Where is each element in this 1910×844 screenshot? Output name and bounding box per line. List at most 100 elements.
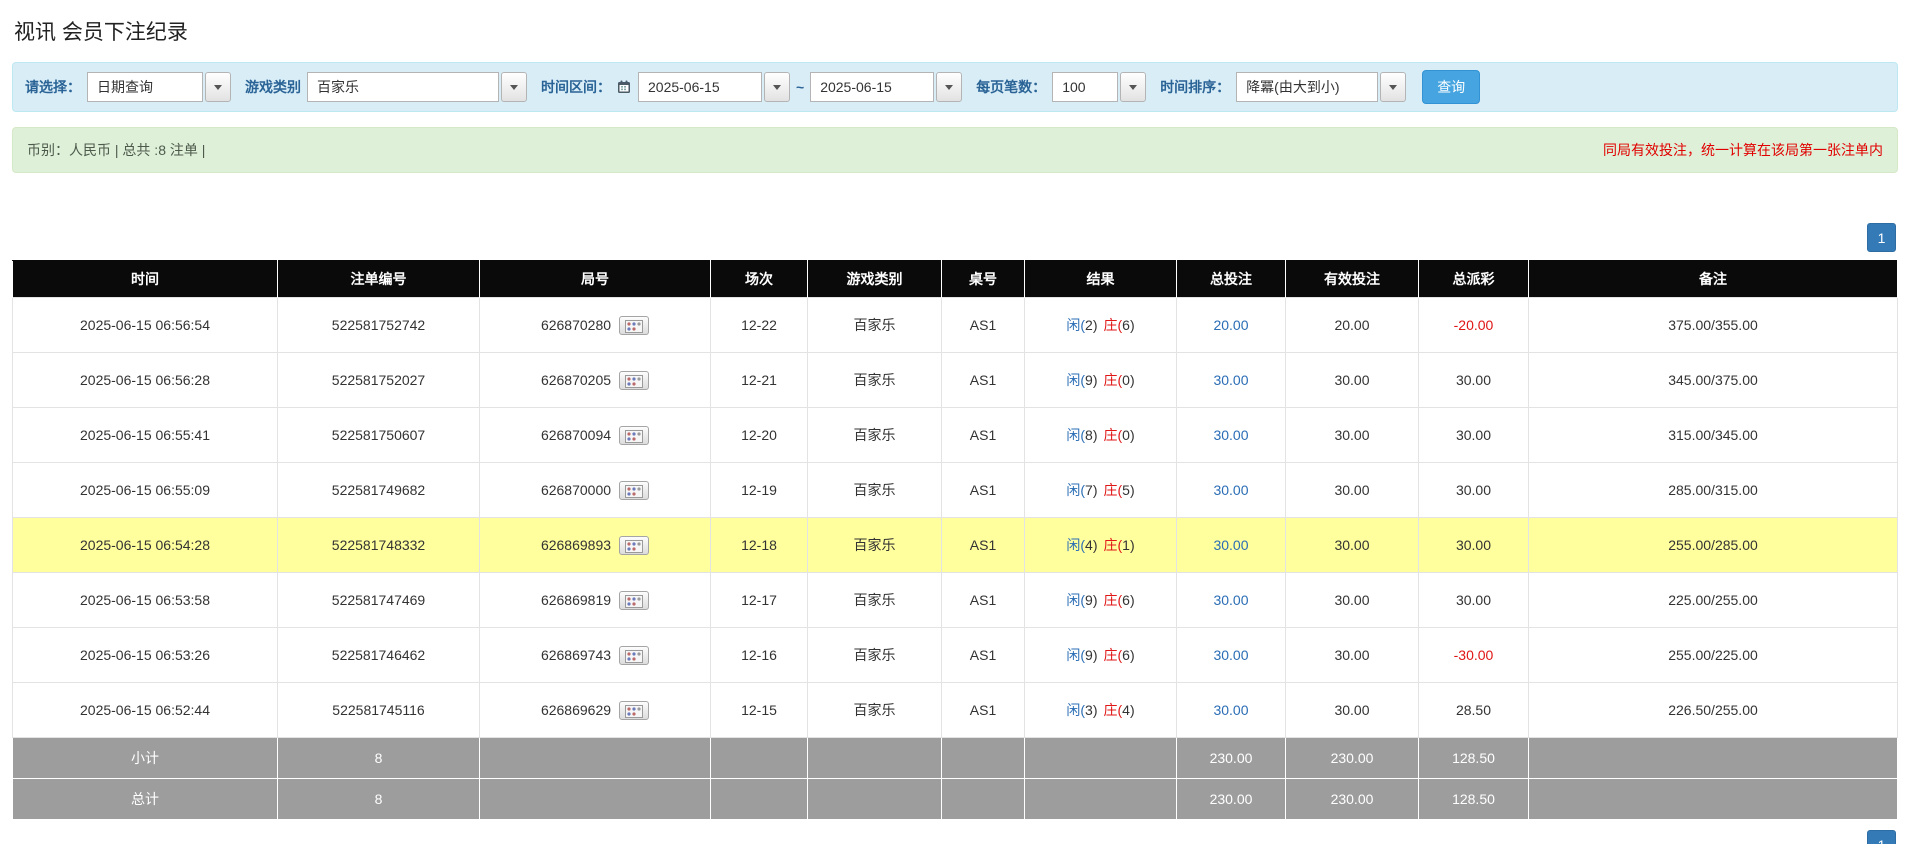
road-map-button[interactable] — [619, 701, 649, 720]
column-header: 游戏类别 — [808, 261, 942, 298]
road-map-button[interactable] — [619, 426, 649, 445]
subtotal-payout: 128.50 — [1419, 738, 1529, 779]
footer-cell-empty — [808, 779, 942, 820]
result-player: 闲(4) — [1066, 535, 1097, 555]
column-header: 场次 — [711, 261, 808, 298]
session-cell: 12-15 — [711, 683, 808, 738]
table-row: 2025-06-15 06:53:58 522581747469 6268698… — [13, 573, 1898, 628]
calendar-icon — [617, 80, 631, 94]
column-header: 注单编号 — [278, 261, 480, 298]
total-bet-link[interactable]: 30.00 — [1213, 592, 1248, 608]
page-size-value[interactable]: 100 — [1052, 72, 1118, 102]
total-bet-link[interactable]: 30.00 — [1213, 372, 1248, 388]
game-type-label: 游戏类别 — [245, 77, 301, 97]
round-id: 626869743 — [541, 647, 611, 663]
page-size-select[interactable]: 100 — [1052, 72, 1146, 102]
chevron-down-icon[interactable] — [936, 72, 962, 102]
result-player: 闲(2) — [1066, 315, 1097, 335]
sort-order-value[interactable]: 降冪(由大到小) — [1236, 72, 1378, 102]
round-id-cell: 626869819 — [480, 573, 711, 628]
total-bet-cell: 30.00 — [1177, 683, 1286, 738]
sort-order-select[interactable]: 降冪(由大到小) — [1236, 72, 1406, 102]
footer-cell-empty — [711, 779, 808, 820]
game-type-cell: 百家乐 — [808, 683, 942, 738]
result-banker: 庄(6) — [1104, 315, 1135, 335]
payout-cell: 28.50 — [1419, 683, 1529, 738]
query-type-label: 请选择： — [25, 77, 81, 97]
session-cell: 12-18 — [711, 518, 808, 573]
round-id-cell: 626870000 — [480, 463, 711, 518]
chevron-down-icon[interactable] — [205, 72, 231, 102]
pagination-bottom: 1 — [12, 830, 1896, 844]
subtotal-count: 8 — [278, 738, 480, 779]
road-map-icon — [625, 595, 643, 608]
page-1-button[interactable]: 1 — [1867, 223, 1896, 252]
total-bet-link[interactable]: 30.00 — [1213, 482, 1248, 498]
game-type-select[interactable]: 百家乐 — [307, 72, 527, 102]
total-bet-link[interactable]: 30.00 — [1213, 647, 1248, 663]
road-map-button[interactable] — [619, 591, 649, 610]
page-1-button[interactable]: 1 — [1867, 830, 1896, 844]
game-type-value[interactable]: 百家乐 — [307, 72, 499, 102]
result-player: 闲(9) — [1066, 590, 1097, 610]
date-from-value[interactable]: 2025-06-15 — [638, 72, 762, 102]
date-range-label: 时间区间： — [541, 77, 611, 97]
road-map-button[interactable] — [619, 536, 649, 555]
session-cell: 12-19 — [711, 463, 808, 518]
query-type-select[interactable]: 日期查询 — [87, 72, 231, 102]
time-cell: 2025-06-15 06:54:28 — [13, 518, 278, 573]
subtotal-row: 小计 8 230.00 230.00 128.50 — [13, 738, 1898, 779]
road-map-icon — [625, 375, 643, 388]
column-header: 总投注 — [1177, 261, 1286, 298]
column-header: 时间 — [13, 261, 278, 298]
bet-id-cell: 522581750607 — [278, 408, 480, 463]
result-player: 闲(7) — [1066, 480, 1097, 500]
total-bet-link[interactable]: 20.00 — [1213, 317, 1248, 333]
bet-id-cell: 522581747469 — [278, 573, 480, 628]
chevron-down-icon[interactable] — [1120, 72, 1146, 102]
road-map-button[interactable] — [619, 646, 649, 665]
round-id-cell: 626870280 — [480, 298, 711, 353]
table-no-cell: AS1 — [942, 573, 1025, 628]
note-cell: 345.00/375.00 — [1529, 353, 1898, 408]
table-row: 2025-06-15 06:52:44 522581745116 6268696… — [13, 683, 1898, 738]
total-bet-cell: 30.00 — [1177, 628, 1286, 683]
pagination-top: 1 — [12, 223, 1896, 252]
round-id: 626870094 — [541, 427, 611, 443]
valid-bet-cell: 30.00 — [1286, 463, 1419, 518]
table-no-cell: AS1 — [942, 683, 1025, 738]
result-cell: 闲(7)庄(5) — [1025, 463, 1177, 518]
valid-bet-cell: 30.00 — [1286, 628, 1419, 683]
bet-id-cell: 522581749682 — [278, 463, 480, 518]
valid-bet-cell: 20.00 — [1286, 298, 1419, 353]
note-cell: 375.00/355.00 — [1529, 298, 1898, 353]
time-cell: 2025-06-15 06:56:28 — [13, 353, 278, 408]
total-bet-link[interactable]: 30.00 — [1213, 537, 1248, 553]
table-row: 2025-06-15 06:56:28 522581752027 6268702… — [13, 353, 1898, 408]
road-map-button[interactable] — [619, 316, 649, 335]
chevron-down-icon[interactable] — [1380, 72, 1406, 102]
total-bet-link[interactable]: 30.00 — [1213, 702, 1248, 718]
bet-id-cell: 522581745116 — [278, 683, 480, 738]
time-cell: 2025-06-15 06:55:09 — [13, 463, 278, 518]
result-banker: 庄(0) — [1104, 425, 1135, 445]
chevron-down-icon[interactable] — [501, 72, 527, 102]
date-to-select[interactable]: 2025-06-15 — [810, 72, 962, 102]
query-type-value[interactable]: 日期查询 — [87, 72, 203, 102]
date-from-select[interactable]: 2025-06-15 — [638, 72, 790, 102]
road-map-button[interactable] — [619, 481, 649, 500]
footer-cell-empty — [1025, 738, 1177, 779]
road-map-button[interactable] — [619, 371, 649, 390]
subtotal-valid-bet: 230.00 — [1286, 738, 1419, 779]
round-id: 626869629 — [541, 702, 611, 718]
footer-cell-empty — [1529, 779, 1898, 820]
total-bet-cell: 30.00 — [1177, 353, 1286, 408]
total-bet-link[interactable]: 30.00 — [1213, 427, 1248, 443]
chevron-down-icon[interactable] — [764, 72, 790, 102]
footer-cell-empty — [480, 738, 711, 779]
date-to-value[interactable]: 2025-06-15 — [810, 72, 934, 102]
session-cell: 12-22 — [711, 298, 808, 353]
round-id: 626870280 — [541, 317, 611, 333]
search-button[interactable]: 查询 — [1422, 70, 1480, 104]
road-map-icon — [625, 485, 643, 498]
